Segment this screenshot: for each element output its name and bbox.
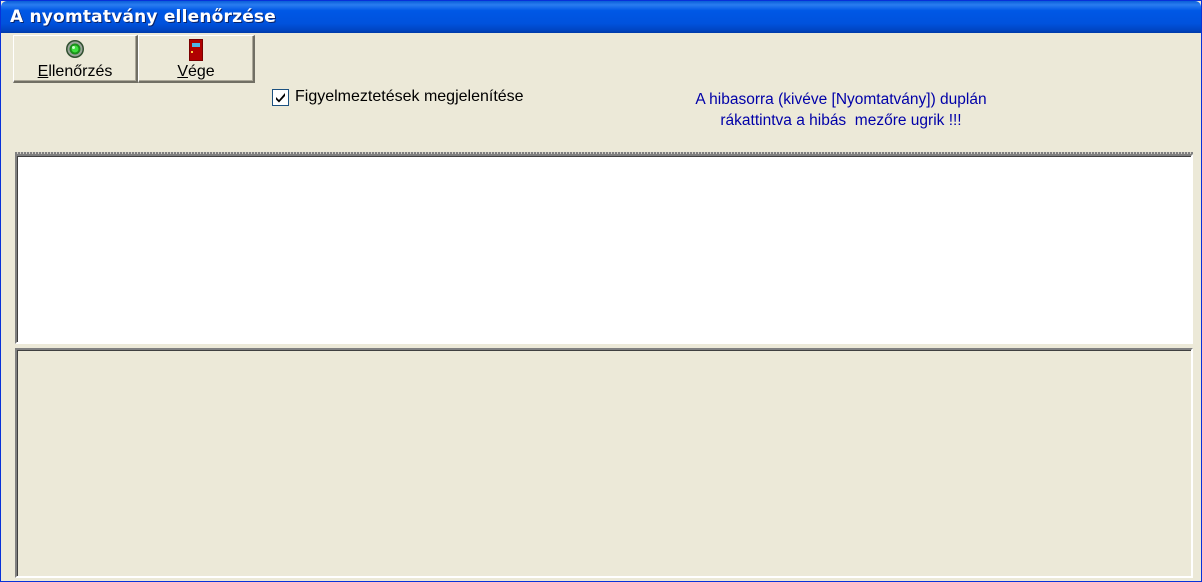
warnings-checkbox[interactable] (272, 89, 289, 106)
warnings-checkbox-label[interactable]: Figyelmeztetések megjelenítése (295, 88, 524, 106)
title-bar[interactable]: A nyomtatvány ellenőrzése (1, 1, 1201, 33)
hint-text: A hibasorra (kivéve [Nyomtatvány]) duplá… (611, 89, 1071, 131)
green-light-icon (65, 39, 85, 64)
checkmark-icon (276, 93, 285, 103)
hint-line-2: rákattintva a hibás mezőre ugrik !!! (720, 112, 962, 129)
end-button-label: Vége (177, 63, 215, 80)
check-button-label: Ellenőrzés (37, 63, 113, 80)
error-list[interactable] (15, 154, 1193, 344)
detail-panel (15, 348, 1193, 578)
window-title: A nyomtatvány ellenőrzése (10, 7, 276, 27)
hint-line-1: A hibasorra (kivéve [Nyomtatvány]) duplá… (695, 91, 987, 108)
end-button[interactable]: Vége (138, 35, 255, 83)
check-window: A nyomtatvány ellenőrzése Ellenőrzés Vég… (0, 0, 1202, 582)
check-button[interactable]: Ellenőrzés (13, 35, 138, 83)
exit-door-icon (189, 39, 203, 66)
